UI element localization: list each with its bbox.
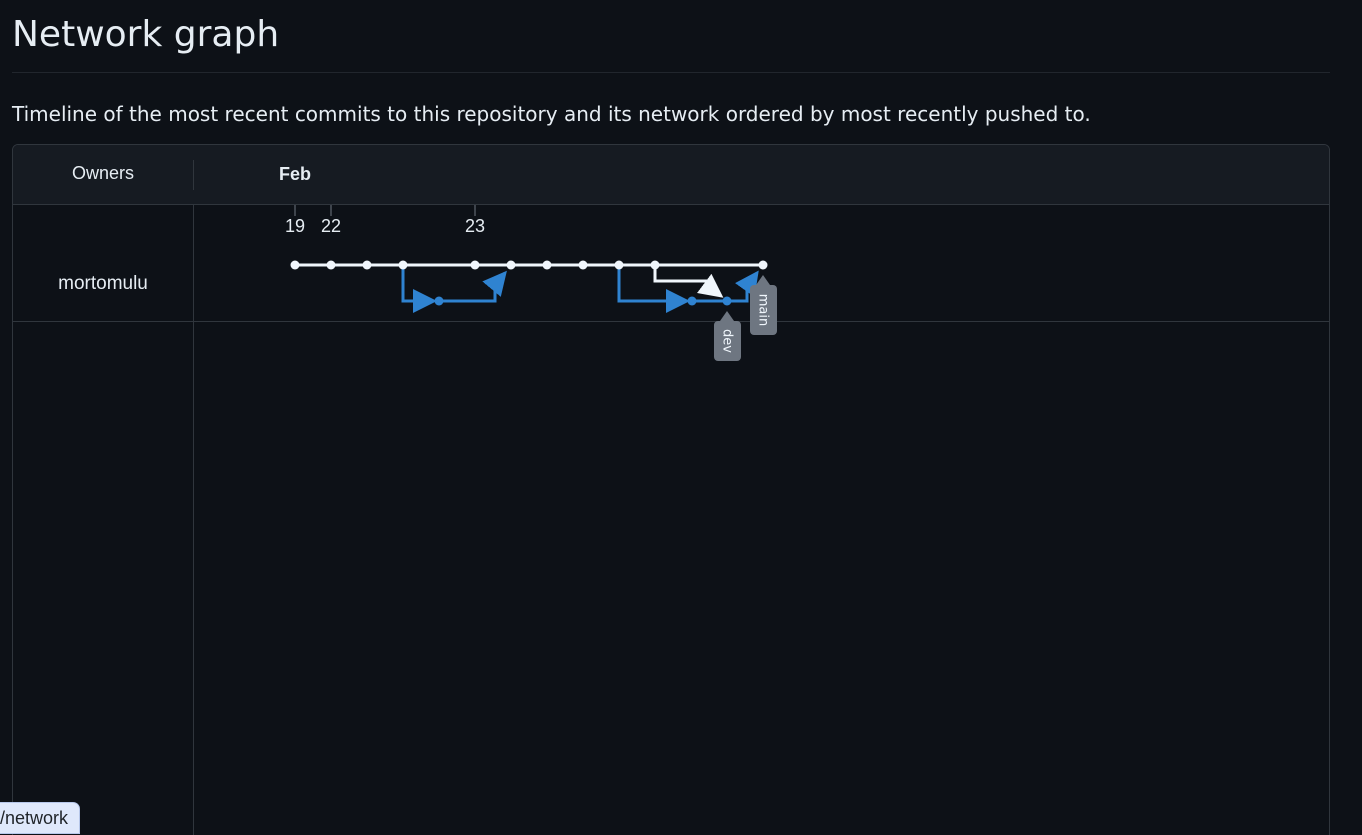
main-commit-dot[interactable] [542, 260, 552, 270]
dev-branch-out-1 [401, 265, 437, 313]
main-commit-dot[interactable] [578, 260, 588, 270]
dev-label-pointer-icon [720, 311, 734, 321]
main-head-commit-dot[interactable] [758, 260, 768, 270]
main-commit-dot[interactable] [614, 260, 624, 270]
dev-head-commit-dot[interactable] [722, 296, 732, 306]
dev-branch-label-text: dev [720, 329, 735, 353]
dev-branch-label[interactable]: dev [714, 311, 741, 361]
main-commit-dot[interactable] [398, 260, 408, 270]
dev-commit-dot[interactable] [434, 296, 444, 306]
date-label-23: 23 [465, 216, 485, 236]
main-commit-dot[interactable] [470, 260, 480, 270]
main-commit-dot[interactable] [362, 260, 372, 270]
dev-branch-merge-2 [692, 270, 759, 303]
main-commit-dot[interactable] [506, 260, 516, 270]
date-axis: 19 22 23 [285, 205, 485, 236]
network-page: Network graph Timeline of the most recen… [0, 0, 1362, 835]
branch-lines [295, 263, 763, 313]
dev-commit-dot[interactable] [687, 296, 697, 306]
title-divider [12, 72, 1330, 73]
dev-branch-merge-1 [439, 270, 507, 303]
main-commit-dot[interactable] [650, 260, 660, 270]
main-branch-label[interactable]: main [750, 275, 777, 335]
page-title: Network graph [12, 14, 280, 55]
main-branch-label-text: main [756, 294, 771, 326]
main-to-dev-merge [653, 265, 724, 298]
date-label-22: 22 [321, 216, 341, 236]
main-label-pointer-icon [756, 275, 770, 285]
network-graph-panel: Owners Feb mortomulu 19 22 23 dev main [12, 144, 1330, 835]
browser-status-url: /network [0, 803, 80, 833]
date-label-19: 19 [285, 216, 305, 236]
main-commit-dot[interactable] [290, 260, 300, 270]
main-commit-dot[interactable] [326, 260, 336, 270]
commit-network-graph[interactable]: 19 22 23 dev main [13, 145, 1330, 835]
dev-branch-out-2 [617, 265, 690, 313]
page-description: Timeline of the most recent commits to t… [12, 102, 1091, 126]
